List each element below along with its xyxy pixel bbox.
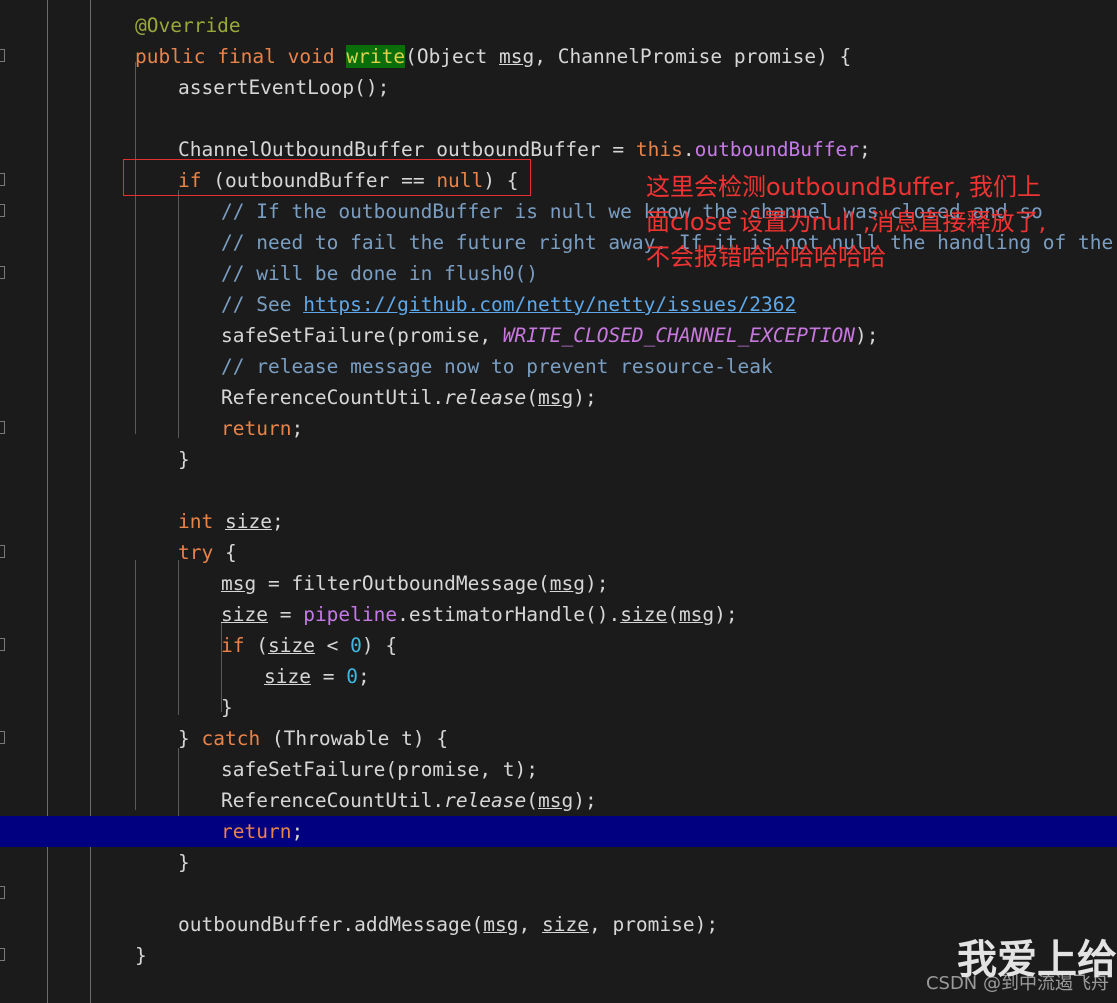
code-line[interactable]: ReferenceCountUtil.release(msg); — [0, 382, 1117, 413]
code-line-text: } — [178, 448, 190, 471]
code-line[interactable]: ChannelOutboundBuffer outboundBuffer = t… — [0, 134, 1117, 165]
code-line-text: safeSetFailure(promise, t); — [221, 758, 539, 781]
code-line-text: @Override — [135, 14, 241, 37]
code-line[interactable]: } — [0, 847, 1117, 878]
code-line[interactable]: return; — [0, 413, 1117, 444]
code-line[interactable]: size = pipeline.estimatorHandle().size(m… — [0, 599, 1117, 630]
code-line[interactable]: safeSetFailure(promise, t); — [0, 754, 1117, 785]
code-line-text: msg = filterOutboundMessage(msg); — [221, 572, 609, 595]
code-line[interactable]: } — [0, 692, 1117, 723]
code-line-text: if (size < 0) { — [221, 634, 398, 657]
code-editor-viewport[interactable]: @Override public final void write(Object … — [0, 0, 1117, 1003]
code-line-text: ReferenceCountUtil.release(msg); — [221, 789, 597, 812]
code-line[interactable]: safeSetFailure(promise, WRITE_CLOSED_CHA… — [0, 320, 1117, 351]
code-line-text: // will be done in flush0() — [221, 262, 538, 285]
code-line[interactable]: assertEventLoop(); — [0, 72, 1117, 103]
code-line[interactable]: // need to fail the future right away. I… — [0, 227, 1117, 258]
code-line[interactable] — [0, 475, 1117, 506]
code-line[interactable]: } — [0, 444, 1117, 475]
code-line-text: return; — [221, 820, 304, 843]
code-line-text: return; — [221, 417, 304, 440]
code-line[interactable]: ReferenceCountUtil.release(msg); — [0, 785, 1117, 816]
code-line-text: } — [135, 944, 147, 967]
code-line-text: try { — [178, 541, 237, 564]
code-line[interactable]: msg = filterOutboundMessage(msg); — [0, 568, 1117, 599]
code-line[interactable]: } — [0, 940, 1117, 971]
code-line-text: size = pipeline.estimatorHandle().size(m… — [221, 603, 738, 626]
code-line[interactable]: try { — [0, 537, 1117, 568]
code-line[interactable]: // release message now to prevent resour… — [0, 351, 1117, 382]
code-line[interactable]: } catch (Throwable t) { — [0, 723, 1117, 754]
code-line-text: // release message now to prevent resour… — [221, 355, 773, 378]
code-line-text: } — [178, 851, 190, 874]
code-line[interactable] — [0, 878, 1117, 909]
code-line[interactable]: outboundBuffer.addMessage(msg, size, pro… — [0, 909, 1117, 940]
code-line[interactable]: return; — [0, 816, 1117, 847]
code-line[interactable] — [0, 103, 1117, 134]
code-line-text: } catch (Throwable t) { — [178, 727, 449, 750]
code-line-text: ReferenceCountUtil.release(msg); — [221, 386, 597, 409]
code-line-text: if (outboundBuffer == null) { — [178, 169, 519, 192]
code-line-text: ChannelOutboundBuffer outboundBuffer = t… — [178, 138, 871, 161]
code-line[interactable]: // If the outboundBuffer is null we know… — [0, 196, 1117, 227]
code-line[interactable]: public final void write(Object msg, Chan… — [0, 41, 1117, 72]
code-line[interactable]: if (outboundBuffer == null) { — [0, 165, 1117, 196]
code-line-text: size = 0; — [264, 665, 370, 688]
code-line-text: // need to fail the future right away. I… — [221, 231, 1117, 254]
code-line[interactable]: // See https://github.com/netty/netty/is… — [0, 289, 1117, 320]
code-line-text: public final void write(Object msg, Chan… — [135, 45, 852, 68]
code-line-text: assertEventLoop(); — [178, 76, 390, 99]
code-line[interactable]: if (size < 0) { — [0, 630, 1117, 661]
code-line-text: int size; — [178, 510, 284, 533]
code-lines-container[interactable]: @Override public final void write(Object … — [0, 0, 1117, 1003]
code-line[interactable]: int size; — [0, 506, 1117, 537]
code-line[interactable]: size = 0; — [0, 661, 1117, 692]
code-line-text: // See https://github.com/netty/netty/is… — [221, 293, 797, 316]
code-line[interactable]: @Override — [0, 10, 1117, 41]
code-line[interactable]: // will be done in flush0() — [0, 258, 1117, 289]
code-line-text: outboundBuffer.addMessage(msg, size, pro… — [178, 913, 719, 936]
code-line-text: } — [221, 696, 233, 719]
code-line-text: // If the outboundBuffer is null we know… — [221, 200, 1043, 223]
code-line-text: safeSetFailure(promise, WRITE_CLOSED_CHA… — [221, 324, 879, 347]
